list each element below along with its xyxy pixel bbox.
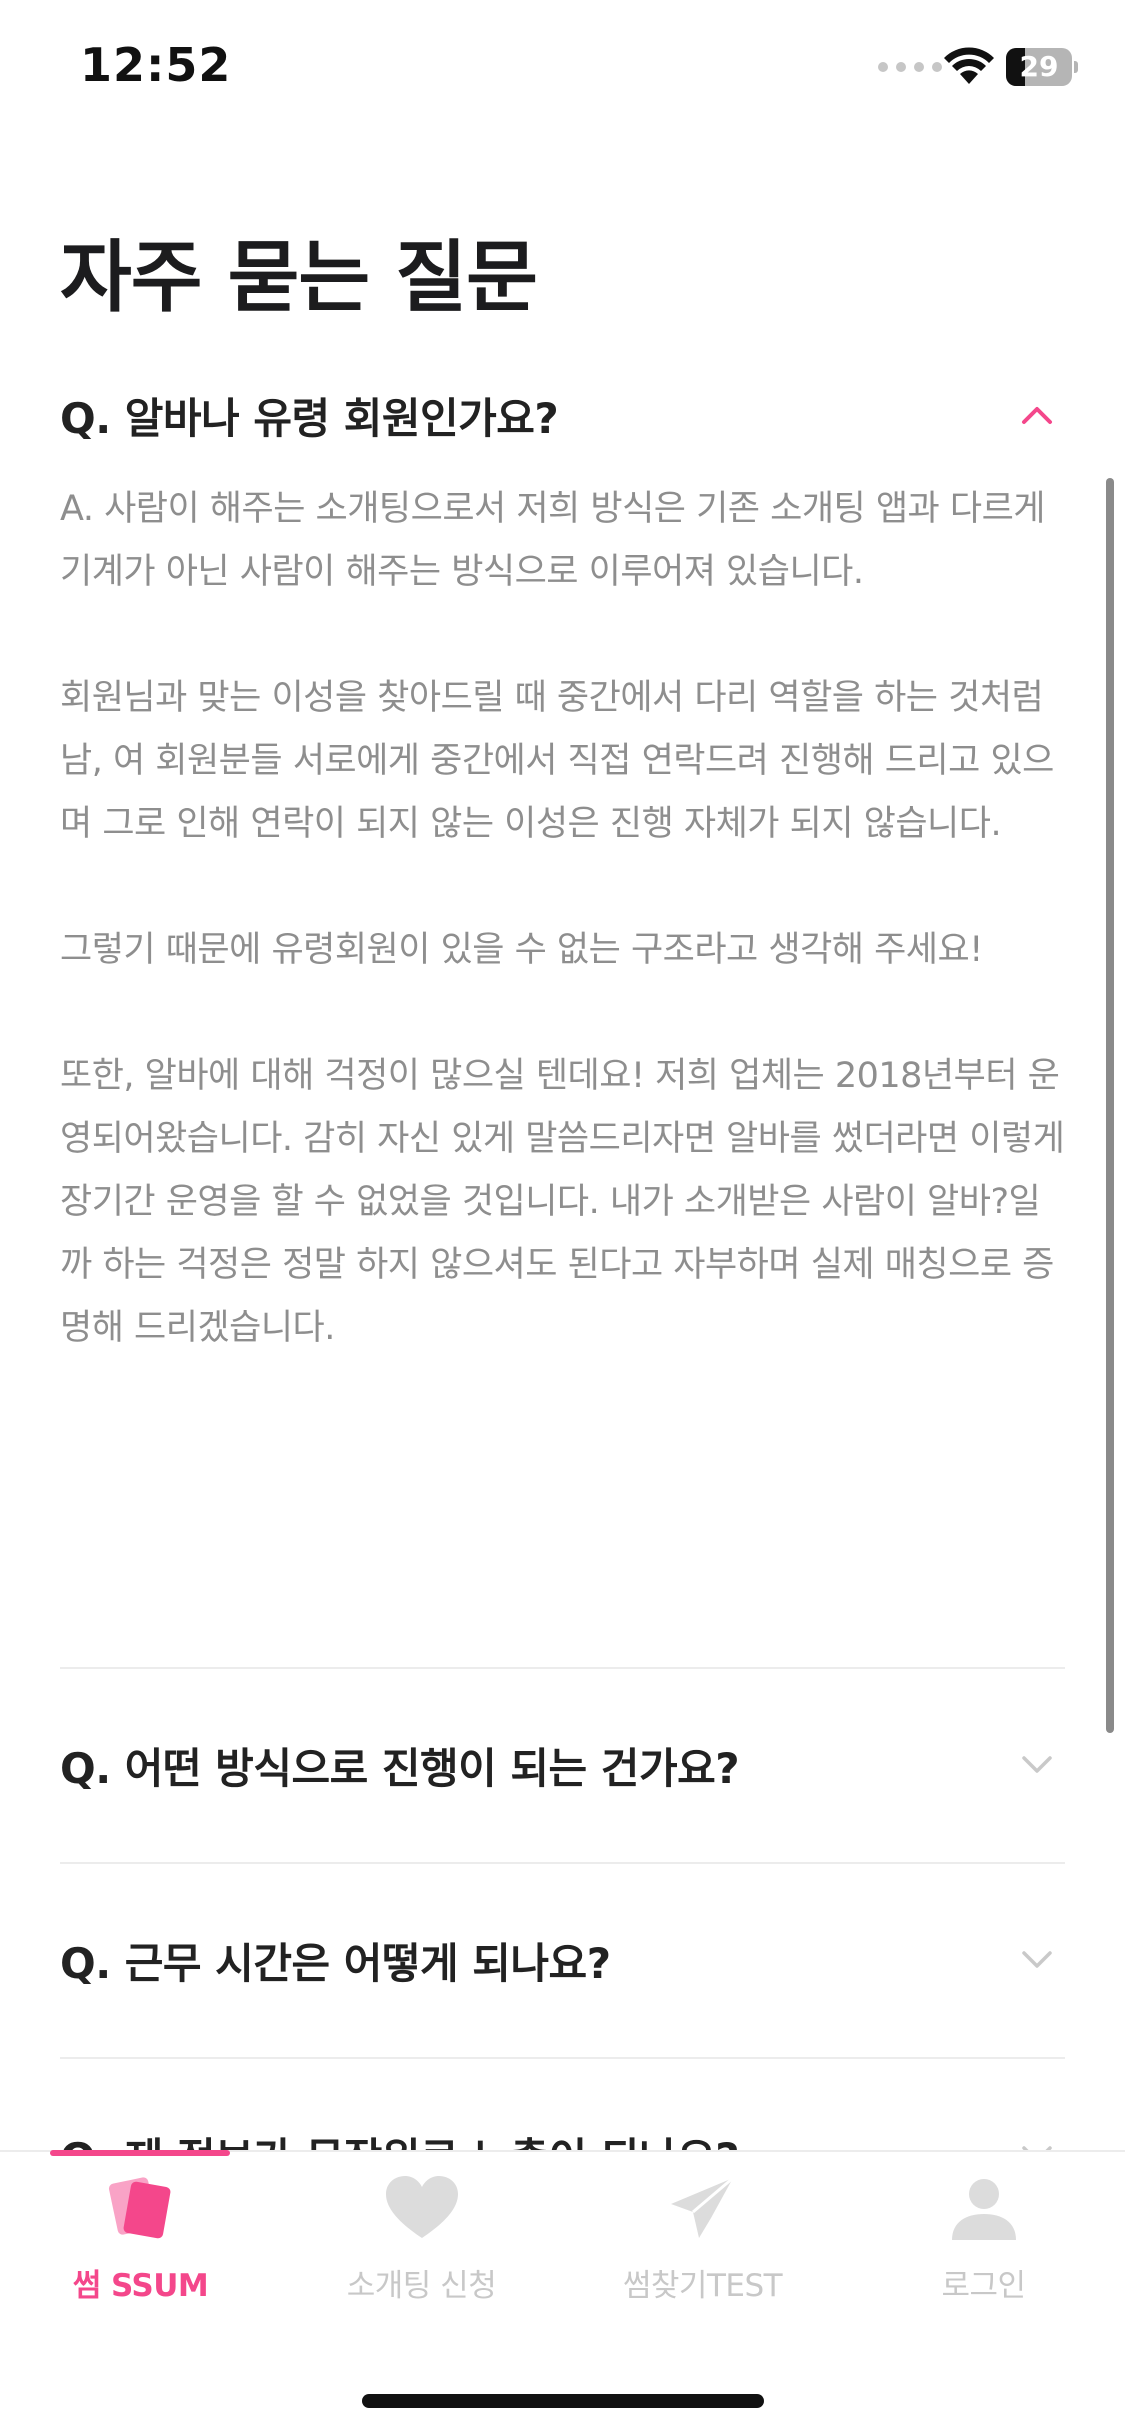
faq-answer: A. 사람이 해주는 소개팅으로서 저희 방식은 기존 소개팅 앱과 다르게 기…: [60, 470, 1065, 1360]
scrollbar[interactable]: [1106, 478, 1114, 1733]
faq-question: Q. 알바나 유령 회원인가요?: [60, 393, 559, 443]
divider: [60, 1667, 1065, 1669]
cards-icon: [108, 2177, 170, 2239]
person-icon: [951, 2179, 1016, 2240]
status-bar: 12:52 29: [0, 0, 1125, 140]
faq-item[interactable]: Q. 근무 시간은 어떻게 되나요?: [60, 1865, 1065, 2055]
tab-label: 썸찾기TEST: [622, 2268, 783, 2304]
faq-item[interactable]: Q. 어떤 방식으로 진행이 되는 건가요?: [60, 1670, 1065, 1860]
home-indicator[interactable]: [362, 2394, 764, 2408]
faq-question-toggle[interactable]: Q. 알바나 유령 회원인가요?: [60, 360, 1065, 470]
faq-answer-paragraph: 또한, 알바에 대해 걱정이 많으실 텐데요! 저희 업체는 2018년부터 운…: [60, 1056, 1065, 1348]
battery-level: 29: [1019, 50, 1059, 83]
tab-ssum-test[interactable]: 썸찾기TEST: [562, 2174, 843, 2304]
faq-answer-paragraph: 회원님과 맞는 이성을 찾아드릴 때 중간에서 다리 역할을 하는 것처럼 남,…: [60, 678, 1054, 844]
tab-label: 소개팅 신청: [346, 2268, 497, 2304]
faq-answer-paragraph: 그렇기 때문에 유령회원이 있을 수 없는 구조라고 생각해 주세요!: [60, 930, 983, 970]
cellular-signal-icon: [878, 62, 942, 72]
chevron-up-icon[interactable]: [1021, 405, 1053, 425]
tab-blind-date-request[interactable]: 소개팅 신청: [281, 2174, 562, 2304]
divider: [60, 2057, 1065, 2059]
heart-icon: [385, 2176, 458, 2238]
faq-answer-paragraph: A. 사람이 해주는 소개팅으로서 저희 방식은 기존 소개팅 앱과 다르게 기…: [60, 489, 1046, 592]
faq-item-open: Q. 알바나 유령 회원인가요? A. 사람이 해주는 소개팅으로서 저희 방식…: [60, 360, 1065, 1360]
battery-icon: 29: [1006, 48, 1078, 86]
tab-label: 썸 SSUM: [72, 2268, 209, 2304]
chevron-down-icon[interactable]: [1021, 1950, 1053, 1970]
wifi-icon: [944, 47, 994, 84]
tab-label: 로그인: [941, 2268, 1026, 2304]
tab-login[interactable]: 로그인: [843, 2174, 1124, 2304]
paper-plane-icon: [670, 2176, 734, 2238]
chevron-down-icon[interactable]: [1021, 1755, 1053, 1775]
active-tab-indicator: [50, 2150, 230, 2156]
page-title: 자주 묻는 질문: [60, 233, 538, 323]
faq-question: Q. 어떤 방식으로 진행이 되는 건가요?: [60, 1743, 740, 1793]
divider: [60, 1862, 1065, 1864]
tab-ssum[interactable]: 썸 SSUM: [0, 2174, 281, 2304]
status-time: 12:52: [80, 38, 232, 92]
faq-question: Q. 근무 시간은 어떻게 되나요?: [60, 1938, 611, 1988]
